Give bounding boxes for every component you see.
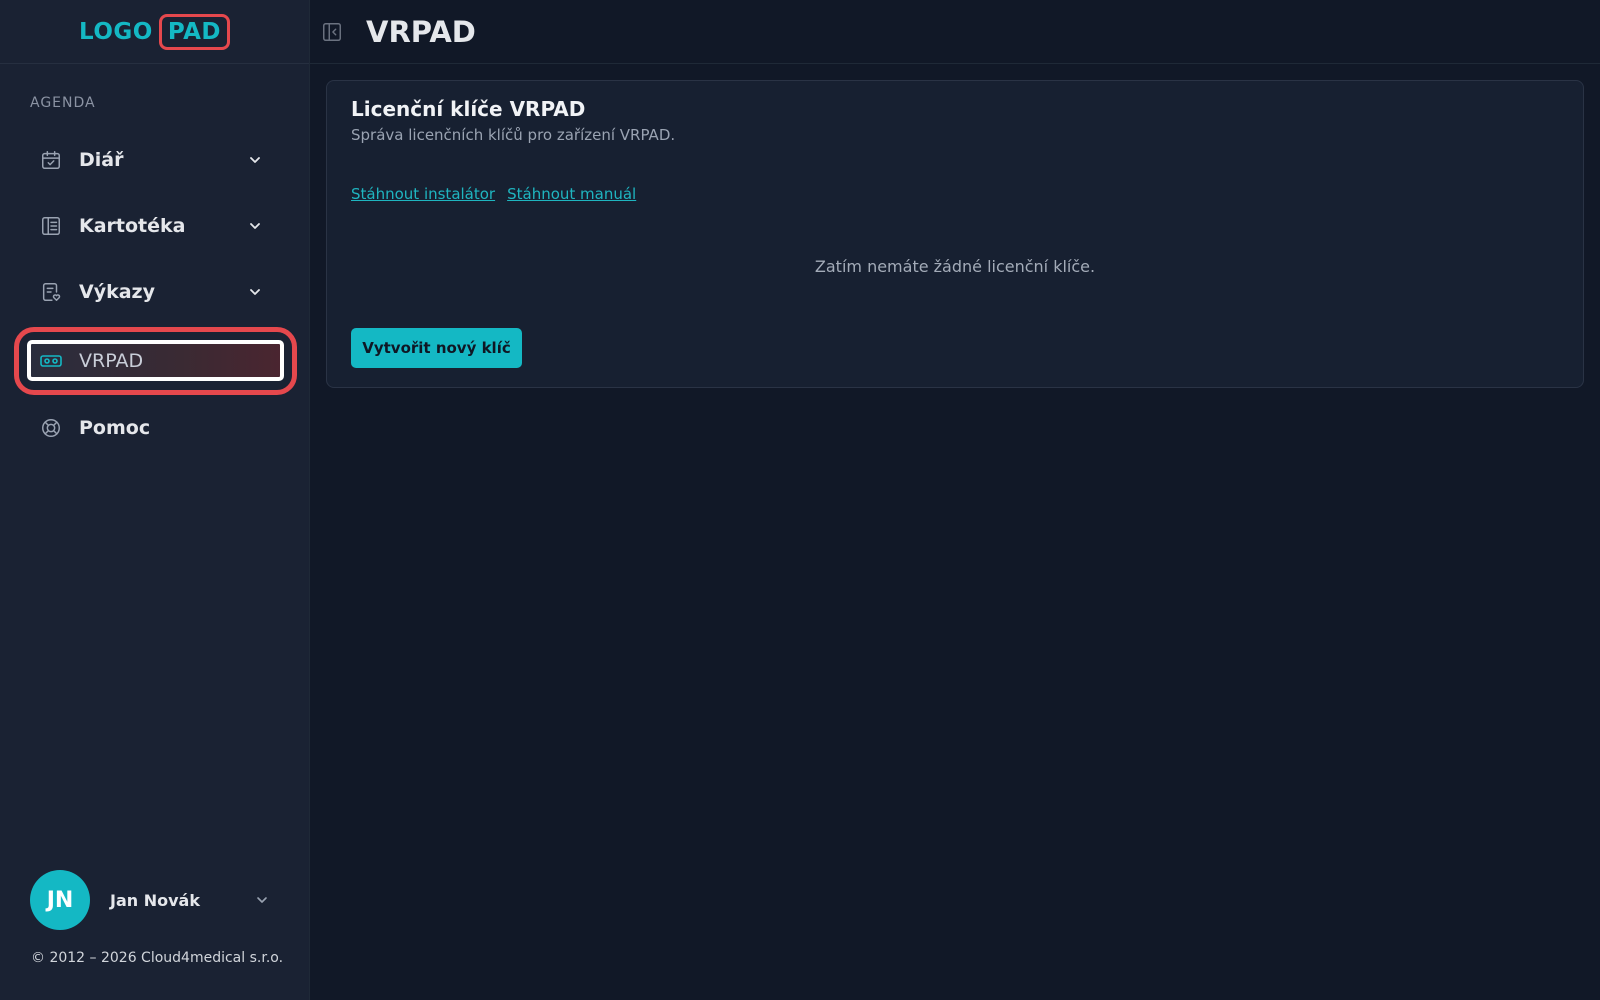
avatar: JN [30,870,90,930]
create-key-button[interactable]: Vytvořit nový klíč [351,328,522,368]
sidebar-item-diar[interactable]: Diář [30,137,280,183]
logo-highlight: PAD [158,13,230,50]
download-manual-link[interactable]: Stáhnout manuál [507,185,636,203]
logo-text: LOGO [79,18,153,45]
report-heart-icon [39,280,63,304]
app-root: LOGO PAD AGENDA Diář Kartotéka Výkazy VR… [0,0,1600,1000]
chevron-down-icon[interactable] [248,219,262,233]
card-title: Licenční klíče VRPAD [351,97,586,121]
calendar-check-icon [39,148,63,172]
user-menu[interactable]: JN Jan Novák [30,870,280,930]
copyright: © 2012 – 2026 Cloud4medical s.r.o. [31,950,284,966]
download-installer-link[interactable]: Stáhnout instalátor [351,185,495,203]
sidebar-item-label: VRPAD [79,350,144,372]
logo-area: LOGO PAD [0,0,309,64]
lifebuoy-icon [39,416,63,440]
sidebar-item-pomoc[interactable]: Pomoc [30,405,280,451]
page-title: VRPAD [366,14,476,49]
sidebar-item-label: Pomoc [79,417,151,439]
sidebar-item-label: Kartotéka [79,215,186,237]
header: VRPAD [310,0,1600,64]
vr-headset-icon [39,349,63,373]
section-label-agenda: AGENDA [30,95,96,111]
chevron-down-icon[interactable] [248,285,262,299]
sidebar-item-vykazy[interactable]: Výkazy [30,269,280,315]
sidebar-item-kartoteka[interactable]: Kartotéka [30,203,280,249]
card-file-icon [39,214,63,238]
empty-state-message: Zatím nemáte žádné licenční klíče. [814,257,1096,276]
sidebar-toggle-icon[interactable] [320,20,344,44]
sidebar-item-label: Výkazy [79,281,155,303]
sidebar-item-vrpad[interactable]: VRPAD [30,338,280,384]
download-links: Stáhnout instalátor Stáhnout manuál [351,185,636,203]
chevron-down-icon[interactable] [256,894,268,906]
user-name: Jan Novák [110,890,200,910]
license-keys-card: Licenční klíče VRPAD Správa licenčních k… [326,80,1584,388]
sidebar: LOGO PAD AGENDA Diář Kartotéka Výkazy VR… [0,0,310,1000]
card-subtitle: Správa licenčních klíčů pro zařízení VRP… [351,126,676,144]
chevron-down-icon[interactable] [248,153,262,167]
logo[interactable]: LOGO PAD [79,13,230,50]
sidebar-item-label: Diář [79,149,124,171]
